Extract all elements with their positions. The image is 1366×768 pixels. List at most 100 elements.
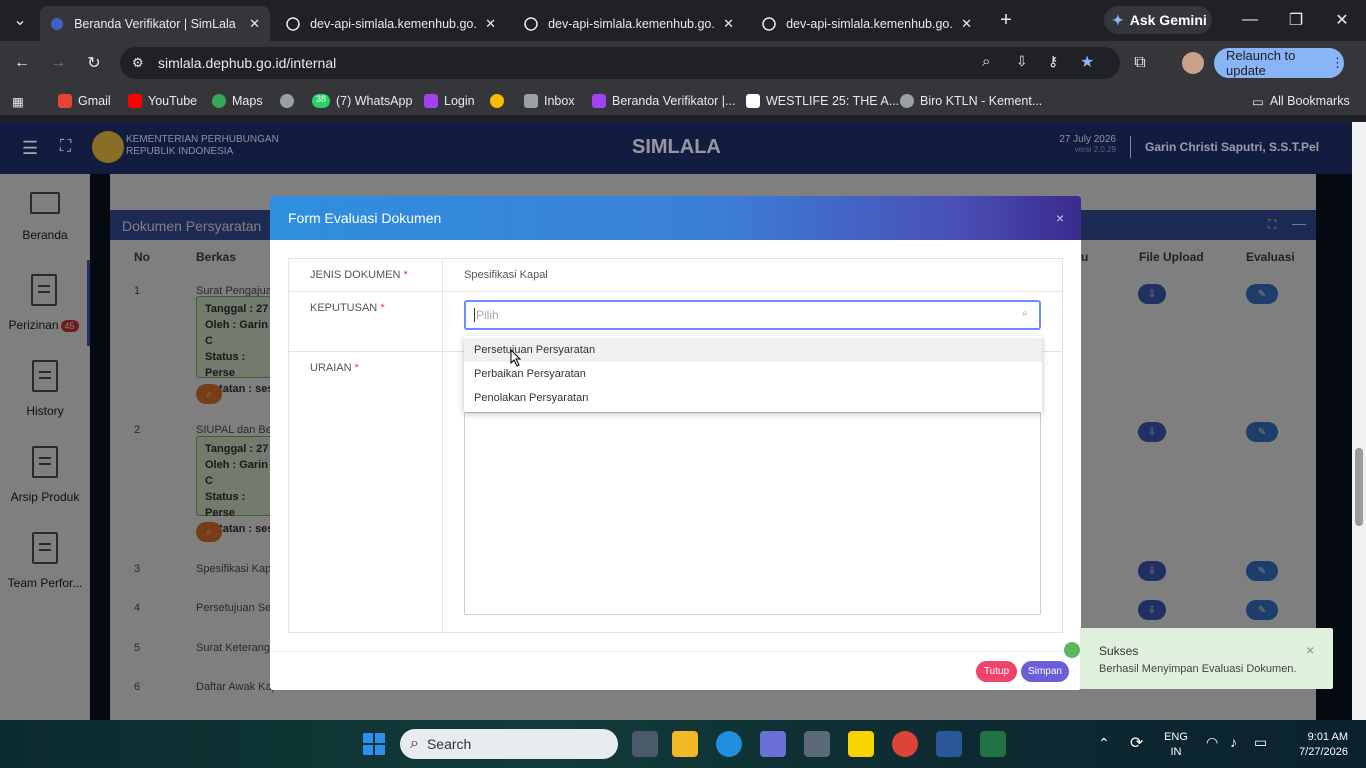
tab-title: dev-api-simlala.kemenhub.go.id [786,16,954,31]
modal-header: Form Evaluasi Dokumen × [270,196,1081,240]
bookmark-youtube[interactable]: YouTube [128,91,197,111]
toast-close-icon[interactable]: × [1306,642,1314,658]
language-indicator[interactable]: ENG IN [1160,730,1192,760]
required-mark: * [380,302,385,314]
bookmark-biro-ktln[interactable]: Biro KTLN - Kement... [900,91,1042,111]
label-text: KEPUTUSAN [310,302,378,314]
page-scrollbar[interactable] [1352,122,1366,720]
tab-dev-api-1[interactable]: dev-api-simlala.kemenhub.go.id ✕ [276,6,506,41]
mouse-pointer-icon [510,349,522,367]
apps-grid-icon[interactable]: ▦ [12,91,24,111]
edge-icon[interactable] [716,731,742,757]
bookmark-westlife[interactable]: WESTLIFE 25: THE A... [746,91,899,111]
required-mark: * [354,362,359,374]
label-text: URAIAN [310,362,352,374]
page-icon [746,94,760,108]
close-icon[interactable]: ✕ [485,16,496,32]
bookmark-maps[interactable]: Maps [212,91,263,111]
window-close-icon[interactable]: ✕ [1328,6,1356,34]
tab-beranda[interactable]: Beranda Verifikator | SimLala ✕ [40,6,270,41]
login-icon [424,94,438,108]
tab-title: dev-api-simlala.kemenhub.go.id [310,16,478,31]
close-icon[interactable]: ✕ [249,16,260,32]
address-bar[interactable]: ⚙ simlala.dephub.go.id/internal ⌕ ⇩ ⚷ ★ [120,47,1120,79]
maximize-icon[interactable]: ❐ [1282,6,1310,34]
bookmark-star-icon[interactable]: ★ [1080,52,1094,72]
header-dim-overlay [0,122,1352,174]
all-bookmarks[interactable]: ▭ All Bookmarks [1252,91,1350,111]
extensions-icon[interactable]: ⧉ [1126,49,1154,77]
pinwheel-icon [490,94,504,108]
ask-gemini-button[interactable]: ✦ Ask Gemini [1104,6,1212,34]
simlala-favicon [50,16,64,32]
scrollbar-thumb[interactable] [1355,448,1363,526]
new-tab-icon[interactable]: + [992,6,1020,34]
tutup-button[interactable]: Tutup [976,661,1017,682]
taskbar-search[interactable]: ⌕ Search [400,729,618,759]
bookmark-label: Login [444,94,475,108]
relaunch-button[interactable]: Relaunch to update ⋮ [1214,48,1344,78]
excel-icon[interactable] [980,731,1006,757]
tab-dev-api-2[interactable]: dev-api-simlala.kemenhub.go.id ✕ [514,6,744,41]
chevron-up-icon[interactable]: ⌃ [1098,735,1110,752]
select-placeholder: Pilih [476,308,499,322]
taskbar-clock[interactable]: 9:01 AM 7/27/2026 [1286,730,1348,760]
uraian-textarea[interactable] [464,412,1041,615]
forward-icon[interactable]: → [44,49,72,77]
tab-dev-api-3[interactable]: dev-api-simlala.kemenhub.go.id ✕ [752,6,982,41]
clock-time: 9:01 AM [1307,731,1348,743]
option-penolakan[interactable]: Penolakan Persyaratan [464,386,1042,410]
gemini-icon: ✦ [1112,11,1124,28]
ask-gemini-label: Ask Gemini [1129,12,1207,28]
sync-icon[interactable]: ⟳ [1130,733,1143,753]
task-view-icon[interactable] [632,731,658,757]
browser-tab-bar: ⌄ Beranda Verifikator | SimLala ✕ dev-ap… [0,0,1366,41]
zoom-icon[interactable]: ⌕ [982,53,990,70]
chrome-icon[interactable] [892,731,918,757]
close-icon[interactable]: ✕ [723,16,734,32]
profile-avatar[interactable] [1182,52,1204,74]
globe-icon [900,94,914,108]
tab-search-icon[interactable]: ⌄ [6,6,34,34]
text-cursor [474,308,475,322]
wifi-icon[interactable]: ◠ [1206,734,1218,751]
windows-start-icon[interactable] [362,732,386,756]
battery-icon[interactable]: ▭ [1254,734,1267,751]
back-icon[interactable]: ← [8,49,36,77]
toast-message: Berhasil Menyimpan Evaluasi Dokumen. [1099,663,1297,675]
password-key-icon[interactable]: ⚷ [1048,53,1058,70]
bookmark-globe[interactable] [280,91,300,111]
option-persetujuan[interactable]: Persetujuan Persyaratan [464,338,1042,362]
required-mark: * [403,269,408,281]
success-toast: Sukses Berhasil Menyimpan Evaluasi Dokum… [1064,628,1333,689]
volume-icon[interactable]: ♪ [1230,734,1237,750]
keputusan-label: KEPUTUSAN * [310,302,385,314]
bookmark-beranda[interactable]: Beranda Verifikator |... [592,91,735,111]
bookmark-label: Inbox [544,94,575,108]
bookmark-inbox[interactable]: Inbox [524,91,575,111]
bookmark-whatsapp[interactable]: 38 (7) WhatsApp [312,91,412,111]
modal-close-icon[interactable]: × [1056,210,1064,226]
option-perbaikan[interactable]: Perbaikan Persyaratan [464,362,1042,386]
bookmark-gmail[interactable]: Gmail [58,91,111,111]
evaluation-modal: Form Evaluasi Dokumen × JENIS DOKUMEN * … [270,196,1081,690]
url-text: simlala.dephub.go.id/internal [158,55,337,71]
bookmark-pinwheel[interactable] [490,91,510,111]
close-icon[interactable]: ✕ [961,16,972,32]
install-icon[interactable]: ⇩ [1016,53,1028,70]
site-info-icon[interactable]: ⚙ [132,55,144,71]
word-icon[interactable] [936,731,962,757]
bookmarks-bar: ▦ Gmail YouTube Maps 38 (7) WhatsApp Logi… [0,85,1366,115]
file-explorer-icon[interactable] [672,731,698,757]
keputusan-select[interactable]: Pilih ⌕ [464,300,1041,330]
globe-icon [280,94,294,108]
sticky-notes-icon[interactable] [848,731,874,757]
all-bookmarks-label: All Bookmarks [1269,94,1350,108]
reload-icon[interactable]: ↻ [80,49,108,77]
modal-title: Form Evaluasi Dokumen [288,210,442,226]
camera-icon[interactable] [804,731,830,757]
minimize-icon[interactable]: — [1236,6,1264,34]
simpan-button[interactable]: Simpan [1021,661,1069,682]
bookmark-login[interactable]: Login [424,91,475,111]
visual-studio-icon[interactable] [760,731,786,757]
